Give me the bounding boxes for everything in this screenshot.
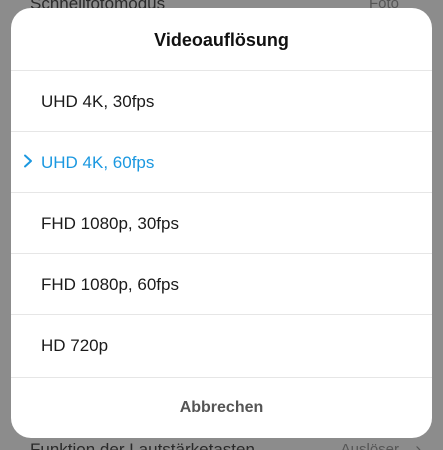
- setting-value: Auslöser: [340, 441, 399, 450]
- option-hd-720p[interactable]: HD 720p: [11, 314, 432, 375]
- dialog-title: Videoauflösung: [154, 30, 289, 50]
- cancel-label: Abbrechen: [179, 399, 264, 416]
- option-fhd-1080p-30fps[interactable]: FHD 1080p, 30fps: [11, 192, 432, 253]
- cancel-button[interactable]: Abbrechen: [11, 377, 432, 438]
- option-uhd-4k-30fps[interactable]: UHD 4K, 30fps: [11, 70, 432, 131]
- video-resolution-dialog: Videoauflösung UHD 4K, 30fps UHD 4K, 60f…: [11, 8, 432, 438]
- option-fhd-1080p-60fps[interactable]: FHD 1080p, 60fps: [11, 253, 432, 314]
- option-uhd-4k-60fps[interactable]: UHD 4K, 60fps: [11, 131, 432, 192]
- option-label: UHD 4K, 60fps: [41, 153, 155, 172]
- option-label: UHD 4K, 30fps: [41, 92, 155, 111]
- chevron-right-icon: ›: [415, 439, 421, 450]
- resolution-option-list: UHD 4K, 30fps UHD 4K, 60fps FHD 1080p, 3…: [11, 70, 432, 375]
- option-label: HD 720p: [41, 336, 109, 355]
- chevron-right-icon: [24, 154, 32, 168]
- option-label: FHD 1080p, 60fps: [41, 275, 179, 294]
- setting-label: Funktion der Lautstärketasten: [30, 440, 255, 450]
- option-label: FHD 1080p, 30fps: [41, 214, 179, 233]
